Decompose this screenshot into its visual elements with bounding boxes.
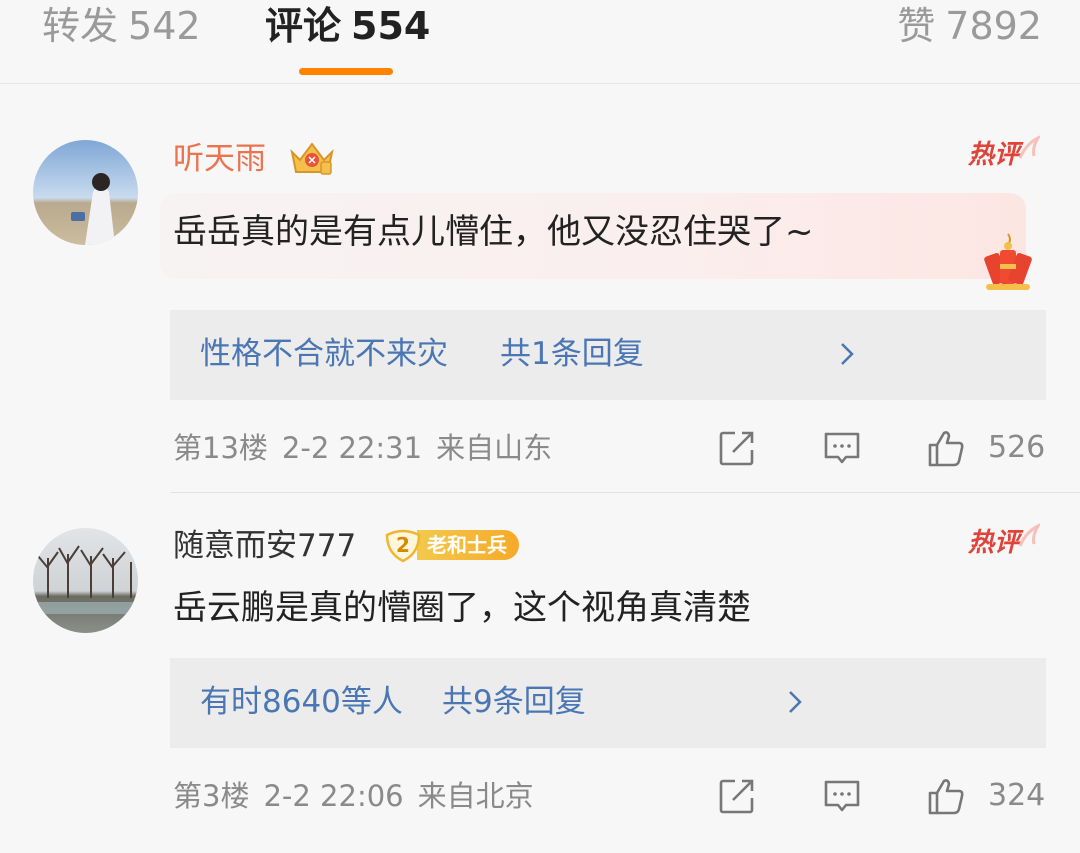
active-tab-indicator xyxy=(299,68,393,75)
tab-likes-count: 7892 xyxy=(945,4,1042,48)
reply-preview[interactable]: 有时8640等人 共9条回复 xyxy=(170,658,1046,748)
rank-badge: 2 老和士兵 xyxy=(383,527,519,563)
tab-likes[interactable]: 赞 7892 xyxy=(897,4,1042,48)
avatar[interactable] xyxy=(33,528,138,633)
comment-location: 来自山东 xyxy=(436,431,553,465)
reply-users[interactable]: 有时8640等人 xyxy=(200,682,403,722)
tab-comments-label: 评论 xyxy=(265,4,342,48)
avatar[interactable] xyxy=(33,140,138,245)
reply-count[interactable]: 共1条回复 xyxy=(500,334,644,374)
like-count: 324 xyxy=(988,778,1046,813)
comment-text: 岳云鹏是真的懵圈了，这个视角真清楚 xyxy=(173,588,751,628)
tab-reposts-count: 542 xyxy=(128,4,201,48)
thumbs-up-icon[interactable] xyxy=(926,428,966,468)
comment-time: 2-2 22:06 xyxy=(263,779,404,813)
username[interactable]: 听天雨 xyxy=(173,140,266,178)
hot-comment-tag: 热评 xyxy=(968,520,1040,564)
floor-number: 第13楼 xyxy=(173,431,268,465)
shield-badge-icon: 2 xyxy=(383,527,423,563)
reply-count[interactable]: 共9条回复 xyxy=(442,682,586,722)
tab-likes-label: 赞 xyxy=(897,4,936,48)
rank-label: 老和士兵 xyxy=(417,530,519,560)
comment-time: 2-2 22:31 xyxy=(281,431,423,465)
username[interactable]: 随意而安777 xyxy=(173,527,356,565)
comment-icon[interactable] xyxy=(822,776,862,816)
rank-level: 2 xyxy=(396,533,410,557)
comment-item: 随意而安777 2 老和士兵 热评 岳云鹏是真的懵圈了，这个视角真清楚 有时86… xyxy=(0,500,1080,853)
comment-divider xyxy=(170,492,1080,493)
firecracker-icon xyxy=(980,230,1036,294)
comment-meta: 第3楼 2-2 22:06 来自北京 xyxy=(173,777,534,815)
vip-crown-badge-icon xyxy=(288,138,336,178)
tab-comments[interactable]: 评论 554 xyxy=(265,4,430,48)
comment-item: 听天雨 热评 岳岳真的是有点儿懵住，他又没忍住哭了~ 性格不合就不来灾 共1条回… xyxy=(0,120,1080,492)
share-icon[interactable] xyxy=(717,776,757,816)
floor-number: 第3楼 xyxy=(173,779,250,813)
tab-comments-count: 554 xyxy=(351,4,431,48)
hot-comment-tag: 热评 xyxy=(968,132,1040,176)
comment-meta: 第13楼 2-2 22:31 来自山东 xyxy=(173,429,552,467)
tab-reposts-label: 转发 xyxy=(42,4,119,48)
comment-icon[interactable] xyxy=(822,428,862,468)
reply-users[interactable]: 性格不合就不来灾 xyxy=(200,334,448,374)
thumbs-up-icon[interactable] xyxy=(926,776,966,816)
comment-tabs: 转发 542 评论 554 赞 7892 xyxy=(0,0,1080,84)
comment-location: 来自北京 xyxy=(417,779,534,813)
comment-text: 岳岳真的是有点儿懵住，他又没忍住哭了~ xyxy=(173,212,814,252)
chevron-right-icon xyxy=(841,343,854,365)
like-count: 526 xyxy=(988,430,1046,465)
reply-preview[interactable]: 性格不合就不来灾 共1条回复 xyxy=(170,310,1046,400)
tab-reposts[interactable]: 转发 542 xyxy=(42,4,201,48)
chevron-right-icon xyxy=(789,691,802,713)
share-icon[interactable] xyxy=(717,428,757,468)
